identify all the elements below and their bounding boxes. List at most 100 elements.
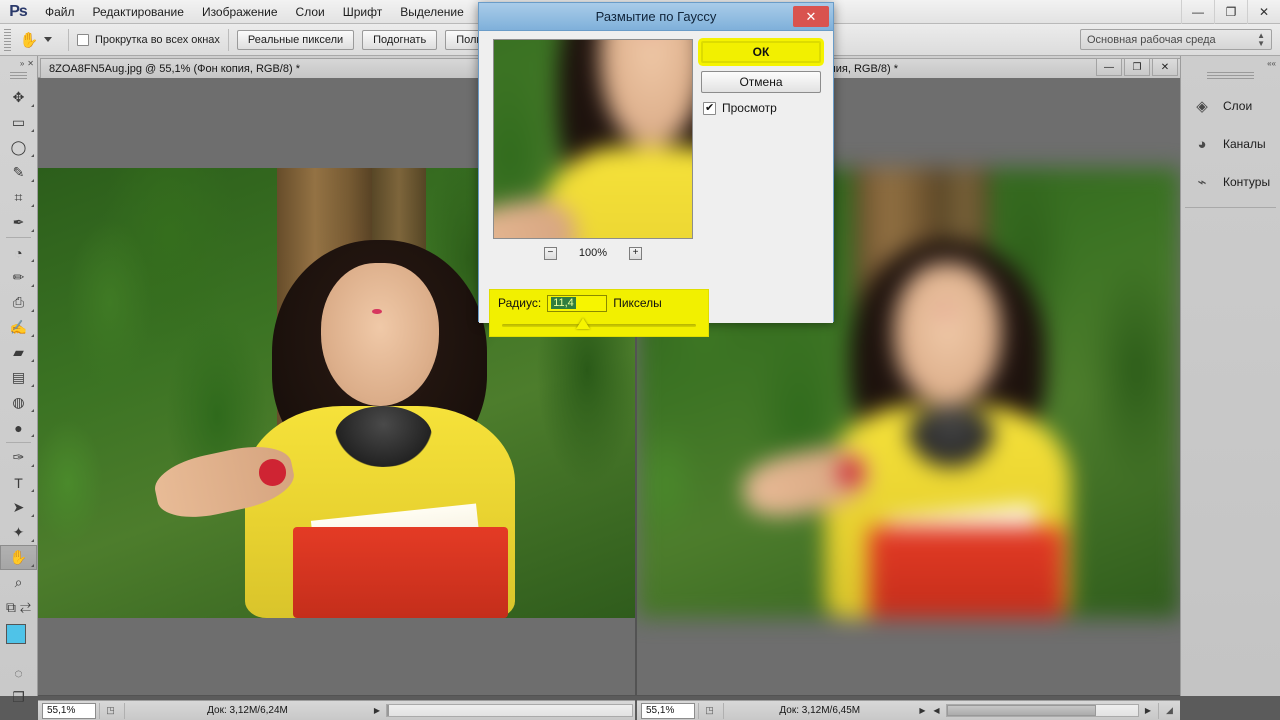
- document-info-2: Док: 3,12M/6,45M: [723, 703, 916, 719]
- tool-move[interactable]: ✥: [0, 85, 37, 110]
- preview-checkbox[interactable]: Просмотр: [703, 101, 777, 115]
- dock-item-channels[interactable]: ◕ Каналы: [1181, 125, 1280, 163]
- radius-control-group: Радиус: 11,4 Пикселы: [489, 289, 709, 337]
- tool-eyedropper[interactable]: ✒: [0, 210, 37, 235]
- photo-necklace: [907, 406, 995, 466]
- divider: [68, 29, 69, 51]
- actual-pixels-button[interactable]: Реальные пиксели: [237, 30, 354, 50]
- tool-pen[interactable]: ✑: [0, 445, 37, 470]
- tool-type[interactable]: T: [0, 470, 37, 495]
- restore-icon[interactable]: ❐: [1214, 0, 1247, 24]
- tool-zoom[interactable]: ⌕: [0, 570, 37, 595]
- radius-slider[interactable]: [502, 318, 696, 332]
- checkbox-box: [77, 34, 89, 46]
- photo-person: [800, 240, 1115, 618]
- zoom-level-field-1[interactable]: 55,1%: [42, 703, 96, 719]
- expand-dock-icon[interactable]: ««: [1267, 59, 1276, 68]
- menu-item-file[interactable]: Файл: [36, 0, 84, 24]
- right-dock-panel: «« ◈ Слои ◕ Каналы ⌁ Контуры: [1180, 56, 1280, 696]
- tool-history-brush[interactable]: ✍: [0, 315, 37, 340]
- tool-panel-grip[interactable]: [10, 72, 27, 81]
- menu-item-edit[interactable]: Редактирование: [84, 0, 193, 24]
- tool-quick-selection[interactable]: ✎: [0, 160, 37, 185]
- status-expand-icon-2[interactable]: ▶: [916, 706, 930, 715]
- status-menu-icon-1[interactable]: ◳: [99, 703, 121, 719]
- workspace-selector[interactable]: Основная рабочая среда ▲▼: [1080, 29, 1272, 50]
- photo-face: [321, 263, 439, 407]
- screen-mode-icon[interactable]: ❐: [0, 685, 37, 710]
- tool-rectangular-marquee[interactable]: ▭: [0, 110, 37, 135]
- tool-gradient[interactable]: ▤: [0, 365, 37, 390]
- scroll-left-icon[interactable]: ◀: [930, 706, 944, 715]
- document-close-icon[interactable]: ✕: [1152, 58, 1178, 76]
- dialog-close-icon[interactable]: ✕: [793, 6, 829, 27]
- tool-edit-toolbar[interactable]: ⧉ ⇄: [0, 595, 37, 620]
- chevron-down-icon[interactable]: [44, 37, 52, 42]
- scroll-all-windows-checkbox[interactable]: Прокрутка во всех окнах: [77, 34, 220, 46]
- resize-grip-icon[interactable]: ◢: [1158, 703, 1180, 719]
- dock-item-layers[interactable]: ◈ Слои: [1181, 87, 1280, 125]
- divider: [1185, 207, 1276, 208]
- tool-spot-healing-brush[interactable]: ◔: [0, 240, 37, 265]
- dock-header: ««: [1181, 56, 1280, 70]
- radius-input[interactable]: 11,4: [547, 295, 607, 312]
- tool-crop[interactable]: ⌗: [0, 185, 37, 210]
- tool-brush[interactable]: ✏: [0, 265, 37, 290]
- tool-lasso[interactable]: ◯: [0, 135, 37, 160]
- divider: [228, 29, 229, 51]
- channels-icon: ◕: [1191, 133, 1213, 155]
- zoom-out-button[interactable]: −: [544, 247, 557, 260]
- photo-lips: [372, 309, 383, 315]
- foreground-color-swatch[interactable]: [6, 624, 26, 644]
- document-minimize-icon[interactable]: —: [1096, 58, 1122, 76]
- tool-clone-stamp[interactable]: ⎙: [0, 290, 37, 315]
- horizontal-scrollbar-1[interactable]: [386, 704, 633, 717]
- tool-path-selection[interactable]: ➤: [0, 495, 37, 520]
- dock-item-label: Каналы: [1223, 137, 1266, 151]
- horizontal-scrollbar-2[interactable]: [946, 704, 1140, 717]
- document-tab-1[interactable]: 8ZOA8FN5Aug.jpg @ 55,1% (Фон копия, RGB/…: [40, 58, 505, 78]
- dock-grip[interactable]: [1207, 72, 1254, 81]
- radius-value: 11,4: [551, 297, 576, 309]
- radius-row: Радиус: 11,4 Пикселы: [490, 290, 708, 316]
- tool-hand[interactable]: ✋: [0, 545, 37, 570]
- menu-item-type[interactable]: Шрифт: [334, 0, 391, 24]
- scrollbar-thumb[interactable]: [947, 705, 1096, 716]
- blur-preview-pane[interactable]: [493, 39, 693, 239]
- dock-item-paths[interactable]: ⌁ Контуры: [1181, 163, 1280, 201]
- divider: [6, 442, 31, 443]
- scrollbar-thumb[interactable]: [387, 705, 389, 716]
- quick-mask-icon[interactable]: ◌: [0, 660, 37, 685]
- scroll-right-icon[interactable]: ▶: [1141, 706, 1155, 715]
- tool-blur[interactable]: ◍: [0, 390, 37, 415]
- workspace-label: Основная рабочая среда: [1087, 34, 1216, 46]
- collapse-icon[interactable]: »: [20, 59, 24, 68]
- tool-eraser[interactable]: ▰: [0, 340, 37, 365]
- close-icon[interactable]: ✕: [1247, 0, 1280, 24]
- tool-dodge[interactable]: ●: [0, 415, 37, 440]
- ok-button[interactable]: ОК: [701, 41, 821, 63]
- minimize-icon[interactable]: —: [1181, 0, 1214, 24]
- options-bar-grip[interactable]: [4, 29, 11, 51]
- zoom-level-field-2[interactable]: 55,1%: [641, 703, 695, 719]
- fit-screen-button[interactable]: Подогнать: [362, 30, 437, 50]
- close-panel-icon[interactable]: ✕: [27, 59, 34, 68]
- photo-rose: [838, 459, 863, 485]
- menu-item-layers[interactable]: Слои: [287, 0, 334, 24]
- radius-units-label: Пикселы: [613, 296, 662, 310]
- zoom-in-button[interactable]: +: [629, 247, 642, 260]
- menu-item-image[interactable]: Изображение: [193, 0, 287, 24]
- menu-item-select[interactable]: Выделение: [391, 0, 473, 24]
- slider-thumb[interactable]: [576, 318, 590, 329]
- dialog-title-bar[interactable]: Размытие по Гауссу ✕: [479, 3, 833, 31]
- document-restore-icon[interactable]: ❐: [1124, 58, 1150, 76]
- photo-face: [894, 263, 1001, 407]
- tool-custom-shape[interactable]: ✦: [0, 520, 37, 545]
- status-menu-icon-2[interactable]: ◳: [698, 703, 720, 719]
- color-swatches[interactable]: [0, 620, 37, 660]
- dock-item-label: Слои: [1223, 99, 1252, 113]
- preview-image: [493, 39, 693, 239]
- status-expand-icon-1[interactable]: ▶: [370, 706, 384, 715]
- app-logo: Ps: [0, 0, 36, 24]
- cancel-button[interactable]: Отмена: [701, 71, 821, 93]
